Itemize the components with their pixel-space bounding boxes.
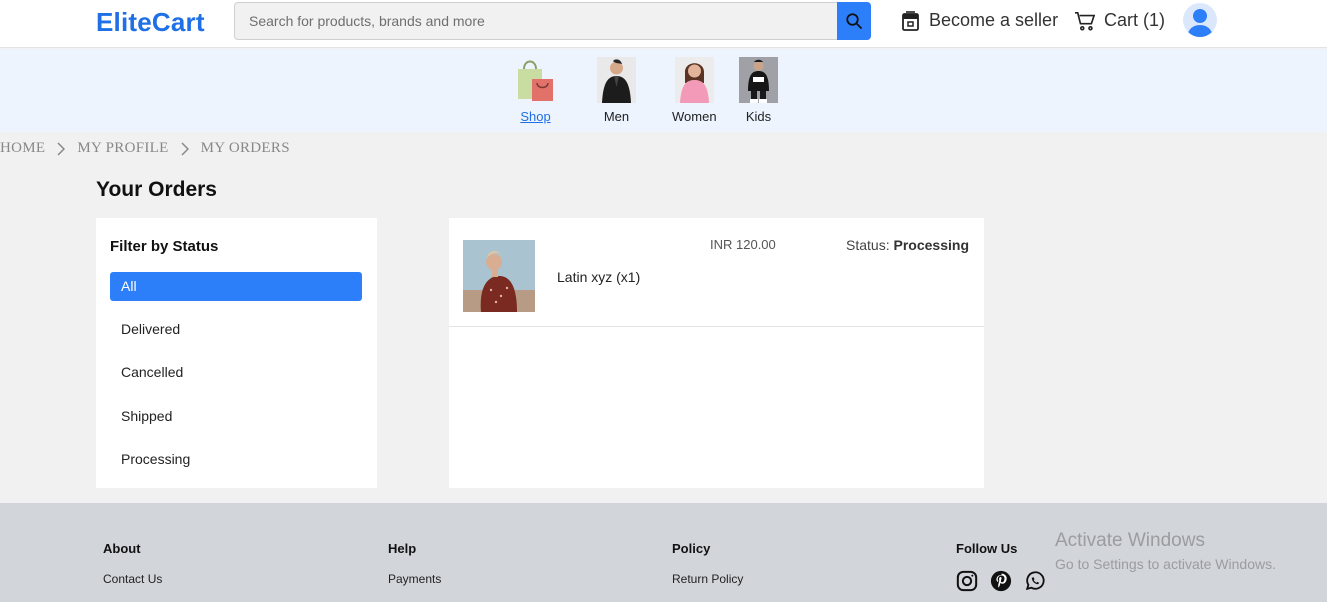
order-row[interactable]: Latin xyz (x1) INR 120.00 Status: Proces… [449,218,984,327]
watermark-line1: Activate Windows [1055,530,1205,551]
top-header: EliteCart Become a seller Cart (1) [0,0,1327,48]
order-product-name: Latin xyz (x1) [557,269,641,285]
user-avatar[interactable] [1183,3,1217,37]
breadcrumb-home[interactable]: HOME [0,140,45,157]
footer-heading: About [103,541,141,556]
kids-thumbnail [739,57,778,103]
filter-option-processing[interactable]: Processing [110,445,362,474]
footer-about: About Contact Us [103,541,162,600]
cart-icon [1075,11,1096,31]
category-shop[interactable]: Shop [516,57,555,124]
category-bar: Shop Men Women Kids [0,49,1327,132]
page-title: Your Orders [96,178,217,201]
watermark-line2: Go to Settings to activate Windows. [1055,556,1276,572]
become-seller-label: Become a seller [929,10,1059,30]
shopping-bag-icon [518,60,553,101]
footer-link-payments[interactable]: Payments [388,572,441,586]
search-bar [234,2,871,40]
product-photo [463,240,535,312]
kids-image [748,59,769,103]
search-icon [846,13,863,30]
order-status-value: Processing [893,237,969,253]
category-label: Women [672,109,717,124]
men-thumbnail [597,57,636,103]
filter-panel: Filter by Status All Delivered Cancelled… [96,218,377,488]
user-icon [1187,9,1213,37]
footer-link-contact-us[interactable]: Contact Us [103,572,162,586]
breadcrumb-my-profile[interactable]: MY PROFILE [77,140,168,157]
breadcrumb-my-orders[interactable]: MY ORDERS [201,140,290,157]
chevron-right-icon [181,141,189,156]
instagram-icon[interactable] [956,570,978,592]
category-women[interactable]: Women [672,57,717,124]
cart-link[interactable]: Cart (1) [1074,10,1165,31]
order-price: INR 120.00 [710,237,776,252]
footer-help: Help Payments [388,541,441,600]
whatsapp-icon[interactable] [1024,570,1046,592]
filter-option-all[interactable]: All [110,272,362,301]
footer-follow-us: Follow Us [956,541,1046,592]
filter-option-shipped[interactable]: Shipped [110,402,362,431]
women-thumbnail [674,57,714,103]
breadcrumb: HOME MY PROFILE MY ORDERS [0,140,290,157]
footer-heading: Follow Us [956,541,1018,556]
category-label: Shop [520,109,551,124]
category-kids[interactable]: Kids [739,57,778,124]
filter-option-cancelled[interactable]: Cancelled [110,358,362,387]
footer-link-return-policy[interactable]: Return Policy [672,572,743,586]
search-input[interactable] [235,3,837,39]
filter-option-delivered[interactable]: Delivered [110,315,362,344]
footer-policy: Policy Return Policy [672,541,743,600]
store-icon [902,10,919,31]
footer-heading: Help [388,541,417,556]
order-product-image [463,240,535,312]
order-status-label: Status: [846,237,890,253]
chevron-right-icon [57,141,66,156]
filter-title: Filter by Status [110,238,219,255]
men-image [602,59,631,103]
logo[interactable]: EliteCart [96,7,205,38]
windows-activation-watermark: Activate Windows Go to Settings to activ… [1055,530,1276,572]
order-status: Status: Processing [846,237,969,253]
orders-panel: Latin xyz (x1) INR 120.00 Status: Proces… [449,218,984,488]
category-men[interactable]: Men [597,57,636,124]
cart-label: Cart (1) [1104,10,1166,30]
shop-thumbnail [516,57,555,103]
become-seller-link[interactable]: Become a seller [902,10,1058,31]
category-label: Men [603,109,630,124]
footer-heading: Policy [672,541,711,556]
search-button[interactable] [837,2,871,40]
pinterest-icon[interactable] [990,570,1012,592]
women-image [679,63,709,103]
category-label: Kids [745,109,772,124]
